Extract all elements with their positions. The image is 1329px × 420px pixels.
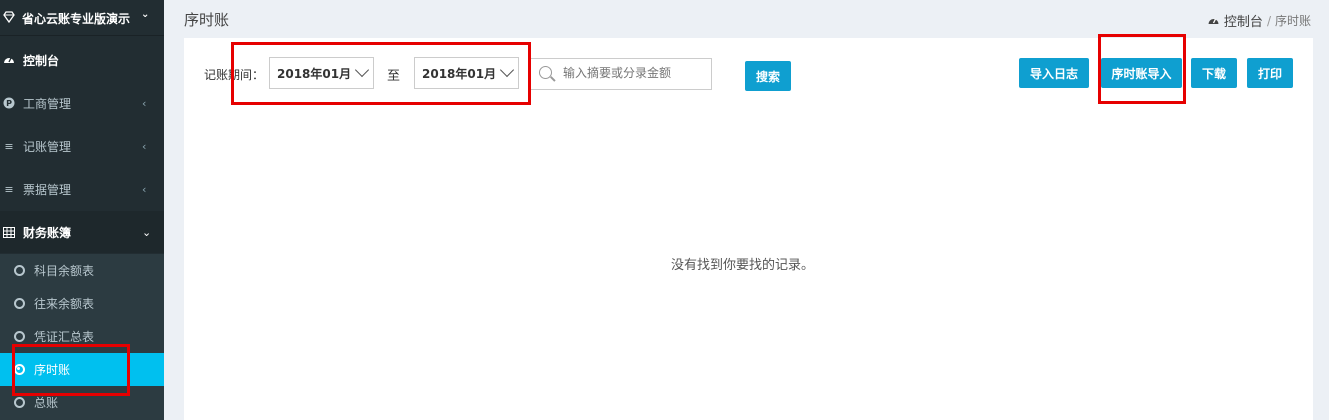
search-input[interactable] xyxy=(561,65,710,81)
chevron-left-icon: ‹ xyxy=(142,182,147,196)
sidebar-submenu: 科目余额表 往来余额表 凭证汇总表 序时账 总账 xyxy=(0,254,164,420)
dashboard-icon xyxy=(1208,18,1219,24)
p-circle-icon: P xyxy=(3,97,15,109)
end-period-value: 2018年01月 xyxy=(422,66,497,81)
sidebar: 省心云账专业版演示 ⌄ 控制台 P 工商管理 ‹ ≡ 记账管理 ‹ ≡ 票据管理… xyxy=(0,0,164,420)
sidebar-item-label: 工商管理 xyxy=(23,96,72,111)
search-button[interactable]: 搜索 xyxy=(745,61,791,91)
breadcrumb-separator: / xyxy=(1266,13,1271,28)
circle-dot-icon xyxy=(14,364,25,375)
chevron-down-icon[interactable]: ⌄ xyxy=(141,9,149,20)
submenu-item-account-balance[interactable]: 科目余额表 xyxy=(0,254,164,287)
dashboard-icon xyxy=(3,54,15,66)
circle-icon xyxy=(14,331,25,342)
submenu-item-label: 凭证汇总表 xyxy=(34,330,95,344)
journal-import-button[interactable]: 序时账导入 xyxy=(1101,58,1182,88)
submenu-item-label: 总账 xyxy=(34,396,59,410)
submenu-item-contact-balance[interactable]: 往来余额表 xyxy=(0,287,164,320)
brand-title: 省心云账专业版演示 xyxy=(22,12,131,26)
table-icon xyxy=(3,226,15,238)
svg-text:P: P xyxy=(6,99,12,108)
start-period-select[interactable]: 2018年01月 xyxy=(269,57,374,89)
breadcrumb-current: 序时账 xyxy=(1274,14,1311,28)
chevron-left-icon: ‹ xyxy=(142,139,147,153)
submenu-item-voucher-summary[interactable]: 凭证汇总表 xyxy=(0,320,164,353)
circle-icon xyxy=(14,397,25,408)
submenu-item-label: 序时账 xyxy=(34,363,71,377)
empty-state-message: 没有找到你要找的记录。 xyxy=(671,258,815,273)
print-button[interactable]: 打印 xyxy=(1247,58,1293,88)
download-button[interactable]: 下载 xyxy=(1191,58,1237,88)
page-title: 序时账 xyxy=(184,11,230,29)
sidebar-item-bookkeeping[interactable]: ≡ 记账管理 ‹ xyxy=(0,125,164,167)
breadcrumb-home-link[interactable]: 控制台 xyxy=(1224,11,1263,30)
to-label: 至 xyxy=(387,69,401,84)
circle-icon xyxy=(14,298,25,309)
chevron-left-icon: ‹ xyxy=(142,96,147,110)
submenu-item-label: 往来余额表 xyxy=(34,297,95,311)
submenu-item-journal[interactable]: 序时账 xyxy=(0,353,164,386)
sidebar-item-business[interactable]: P 工商管理 ‹ xyxy=(0,82,164,124)
chevron-down-icon xyxy=(499,62,515,78)
sidebar-item-label: 控制台 xyxy=(23,53,60,68)
list-icon: ≡ xyxy=(4,182,14,196)
date-range-label: 记账期间： xyxy=(204,68,265,82)
breadcrumb: 控制台 / 序时账 xyxy=(1207,11,1311,30)
sidebar-item-invoices[interactable]: ≡ 票据管理 ‹ xyxy=(0,168,164,210)
sidebar-item-label: 票据管理 xyxy=(23,182,72,197)
submenu-item-general-ledger[interactable]: 总账 xyxy=(0,386,164,419)
sidebar-item-label: 财务账簿 xyxy=(23,225,72,240)
sidebar-item-label: 记账管理 xyxy=(23,139,72,154)
content-panel xyxy=(184,38,1313,420)
diamond-icon xyxy=(3,11,15,23)
chevron-down-icon: ⌄ xyxy=(142,225,152,239)
import-log-button[interactable]: 导入日志 xyxy=(1019,58,1089,88)
chevron-down-icon xyxy=(354,62,370,78)
list-icon: ≡ xyxy=(4,139,14,153)
search-icon xyxy=(539,66,552,79)
sidebar-item-ledgers[interactable]: 财务账簿 ⌄ xyxy=(0,211,164,253)
submenu-item-label: 科目余额表 xyxy=(34,264,95,278)
sidebar-item-dashboard[interactable]: 控制台 xyxy=(0,39,164,81)
brand-header[interactable]: 省心云账专业版演示 ⌄ xyxy=(0,0,164,36)
search-box xyxy=(530,58,712,90)
end-period-select[interactable]: 2018年01月 xyxy=(414,57,519,89)
start-period-value: 2018年01月 xyxy=(277,66,352,81)
circle-icon xyxy=(14,265,25,276)
